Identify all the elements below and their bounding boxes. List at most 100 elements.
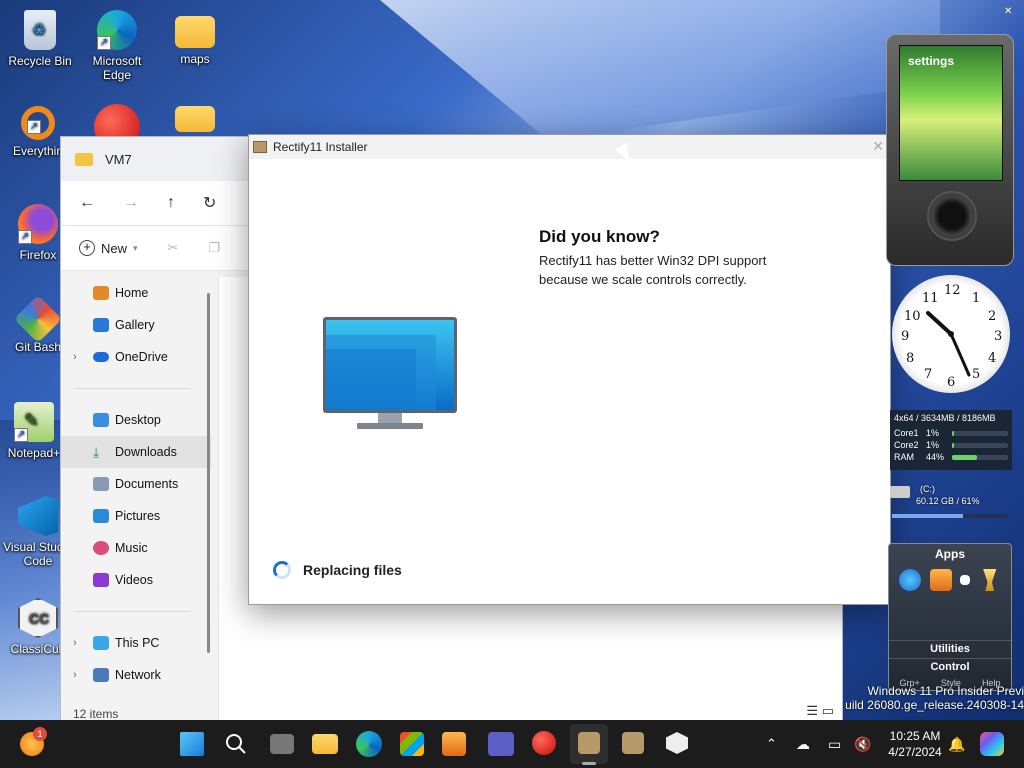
download-icon: ⤓ xyxy=(93,444,100,460)
up-arrow-icon[interactable]: ↑ xyxy=(167,194,175,212)
media-play-button[interactable] xyxy=(927,191,977,241)
media-player-gadget[interactable]: settings xyxy=(886,34,1014,266)
sidebar-item-this-pc[interactable]: › This PC xyxy=(61,627,211,659)
installer-title: Rectify11 Installer xyxy=(273,140,368,154)
drive-icon xyxy=(890,486,910,498)
divider xyxy=(75,611,191,612)
cloud-icon xyxy=(93,352,109,362)
home-icon xyxy=(93,286,109,300)
close-button[interactable]: ✕ xyxy=(872,138,884,155)
divider xyxy=(75,388,191,389)
meter-row: Core2 1% xyxy=(894,439,1008,451)
copilot-icon[interactable] xyxy=(980,732,1004,756)
file-explorer-icon[interactable] xyxy=(312,734,338,754)
gadget-close-icon[interactable]: ✕ xyxy=(1004,6,1012,17)
task-view-icon[interactable] xyxy=(270,734,294,754)
build-watermark: Windows 11 Pro Insider Previ uild 26080.… xyxy=(845,684,1024,712)
sidebar-item-desktop[interactable]: Desktop📌 xyxy=(61,404,251,436)
clock-time: 10:25 AM xyxy=(889,729,941,743)
forward-arrow-icon[interactable]: → xyxy=(123,194,139,212)
internet-explorer-icon[interactable] xyxy=(899,569,922,591)
taskbar-clock[interactable]: 10:25 AM 4/27/2024 xyxy=(880,728,950,760)
view-toggle[interactable]: ☰ ▭ xyxy=(806,703,834,719)
sidebar-item-onedrive[interactable]: › OneDrive xyxy=(61,341,211,373)
desktop-icon xyxy=(93,413,109,427)
trophy-icon[interactable] xyxy=(983,569,997,591)
shortcut-arrow-icon: ↗ xyxy=(18,230,32,244)
sidebar-item-videos[interactable]: Videos📌 xyxy=(61,564,251,596)
pictures-icon xyxy=(93,509,109,523)
sidebar-item-network[interactable]: › Network xyxy=(61,659,211,691)
start-button[interactable] xyxy=(180,732,204,756)
gallery-icon xyxy=(93,318,109,332)
onedrive-icon[interactable]: ☁ xyxy=(796,720,810,768)
explorer-content xyxy=(218,277,249,725)
package-icon xyxy=(578,732,600,754)
desktop-icon-folder[interactable] xyxy=(155,106,235,136)
analog-clock-gadget: 12 1 2 3 4 5 6 7 8 9 10 11 xyxy=(892,275,1010,393)
apps-gadget[interactable]: Apps Utilities Control Grp+ Style Help xyxy=(888,543,1012,691)
chevron-right-icon[interactable]: › xyxy=(73,637,77,649)
sidebar-item-pictures[interactable]: Pictures📌 xyxy=(61,500,251,532)
explorer-command-bar: + New ▾ ✂ ❐ xyxy=(61,225,249,271)
taskbar: 1 ⌃ ☁ ▭ 🔇 10:25 AM 4/27/2024 🔔 xyxy=(0,720,1024,768)
search-icon[interactable] xyxy=(224,732,248,756)
plus-icon: + xyxy=(79,240,95,256)
teams-icon[interactable] xyxy=(488,732,514,756)
back-arrow-icon[interactable]: ← xyxy=(79,194,95,212)
sidebar-item-downloads[interactable]: ⤓Downloads📌 xyxy=(61,436,251,468)
edge-icon[interactable] xyxy=(356,731,382,757)
app-icon[interactable] xyxy=(960,575,971,585)
tip-heading: Did you know? xyxy=(539,227,660,246)
tiles-view-icon[interactable]: ▭ xyxy=(822,703,834,718)
folder-icon xyxy=(75,152,93,166)
show-hidden-icons-chevron-up-icon[interactable]: ⌃ xyxy=(766,720,777,768)
shortcut-arrow-icon: ↗ xyxy=(27,120,41,134)
new-button[interactable]: + New ▾ xyxy=(79,240,138,256)
copy-icon[interactable]: ❐ xyxy=(208,240,220,256)
details-view-icon[interactable]: ☰ xyxy=(806,703,818,718)
network-icon[interactable]: ▭ xyxy=(828,720,841,768)
desktop-icon-edge[interactable]: ↗ Microsoft Edge xyxy=(77,10,157,82)
videos-icon xyxy=(93,573,109,587)
git-bash-icon xyxy=(13,294,63,344)
volume-muted-icon[interactable]: 🔇 xyxy=(854,720,871,768)
sidebar-item-music[interactable]: Music📌 xyxy=(61,532,251,564)
cut-icon[interactable]: ✂ xyxy=(168,240,179,256)
media-icon[interactable] xyxy=(929,569,952,591)
meter-header: 4x64 / 3634MB / 8186MB xyxy=(894,413,996,423)
file-explorer-window[interactable]: VM7 ← → ↑ ↻ + New ▾ ✂ ❐ Home Gallery › On… xyxy=(60,136,251,726)
chevron-right-icon[interactable]: › xyxy=(73,351,77,363)
package-icon xyxy=(253,141,267,153)
store-icon[interactable] xyxy=(400,732,424,756)
rectify11-installer-window[interactable]: Rectify11 Installer ✕ Did you know? Rect… xyxy=(248,134,891,605)
chevron-right-icon[interactable]: › xyxy=(73,669,77,681)
meter-row: Core1 1% xyxy=(894,427,1008,439)
package-icon[interactable] xyxy=(622,732,644,754)
installer-title-bar[interactable]: Rectify11 Installer xyxy=(249,135,890,159)
apps-sections: Utilities Control xyxy=(889,640,1011,676)
refresh-icon[interactable]: ↻ xyxy=(203,193,216,213)
explorer-content-area: ☰ ▭ xyxy=(248,600,843,726)
notifications-bell-icon[interactable]: 🔔 xyxy=(948,720,965,768)
sidebar-item-gallery[interactable]: Gallery xyxy=(61,309,211,341)
magnifier-icon: ↗ xyxy=(21,106,55,140)
document-icon xyxy=(93,477,109,491)
shortcut-arrow-icon: ↗ xyxy=(97,36,111,50)
utilities-button[interactable]: Utilities xyxy=(889,640,1011,658)
media-screen: settings xyxy=(899,45,1003,181)
item-count: 12 items xyxy=(73,707,119,721)
clock-hands-icon xyxy=(926,311,971,377)
desktop-icon-maps[interactable]: maps xyxy=(155,10,235,66)
explorer-tab[interactable]: VM7 xyxy=(61,137,249,181)
classicube-icon[interactable] xyxy=(666,732,688,754)
new-button-label: New xyxy=(101,240,128,256)
sidebar-item-home[interactable]: Home xyxy=(61,277,211,309)
scrollbar[interactable] xyxy=(207,293,210,653)
red-app-icon[interactable] xyxy=(532,731,556,755)
pc-icon xyxy=(93,636,109,650)
control-button[interactable]: Control xyxy=(889,658,1011,676)
media-player-icon[interactable] xyxy=(442,732,466,756)
desktop-icon-recycle-bin[interactable]: ♻ Recycle Bin xyxy=(0,10,80,68)
sidebar-item-documents[interactable]: Documents📌 xyxy=(61,468,251,500)
